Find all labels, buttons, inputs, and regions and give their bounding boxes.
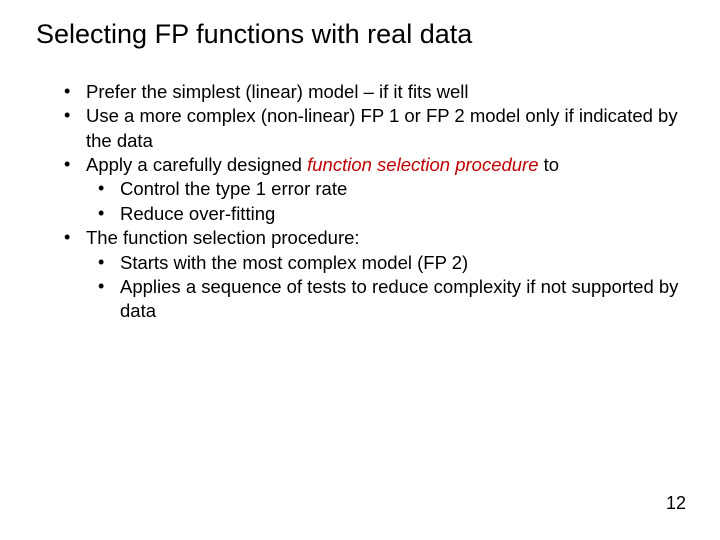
bullet-text-pre: Apply a carefully designed (86, 154, 307, 175)
sub-bullet-list: Starts with the most complex model (FP 2… (86, 251, 684, 324)
bullet-text-emph: function selection procedure (307, 154, 538, 175)
bullet-text: The function selection procedure: (86, 227, 360, 248)
sub-bullet-list: Control the type 1 error rate Reduce ove… (86, 177, 684, 226)
sub-bullet-text: Applies a sequence of tests to reduce co… (120, 276, 678, 321)
slide: Selecting FP functions with real data Pr… (0, 0, 720, 540)
sub-bullet-text: Starts with the most complex model (FP 2… (120, 252, 468, 273)
sub-bullet-text: Control the type 1 error rate (120, 178, 347, 199)
sub-bullet-item: Applies a sequence of tests to reduce co… (98, 275, 684, 324)
bullet-item: Apply a carefully designed function sele… (64, 153, 684, 226)
sub-bullet-item: Starts with the most complex model (FP 2… (98, 251, 684, 275)
bullet-item: Prefer the simplest (linear) model – if … (64, 80, 684, 104)
slide-title: Selecting FP functions with real data (36, 18, 556, 52)
sub-bullet-text: Reduce over-fitting (120, 203, 275, 224)
bullet-text: Prefer the simplest (linear) model – if … (86, 81, 468, 102)
sub-bullet-item: Control the type 1 error rate (98, 177, 684, 201)
bullet-item: Use a more complex (non-linear) FP 1 or … (64, 104, 684, 153)
bullet-text-post: to (539, 154, 560, 175)
page-number: 12 (666, 493, 686, 514)
bullet-item: The function selection procedure: Starts… (64, 226, 684, 324)
sub-bullet-item: Reduce over-fitting (98, 202, 684, 226)
bullet-list: Prefer the simplest (linear) model – if … (36, 80, 684, 324)
bullet-text: Use a more complex (non-linear) FP 1 or … (86, 105, 678, 150)
